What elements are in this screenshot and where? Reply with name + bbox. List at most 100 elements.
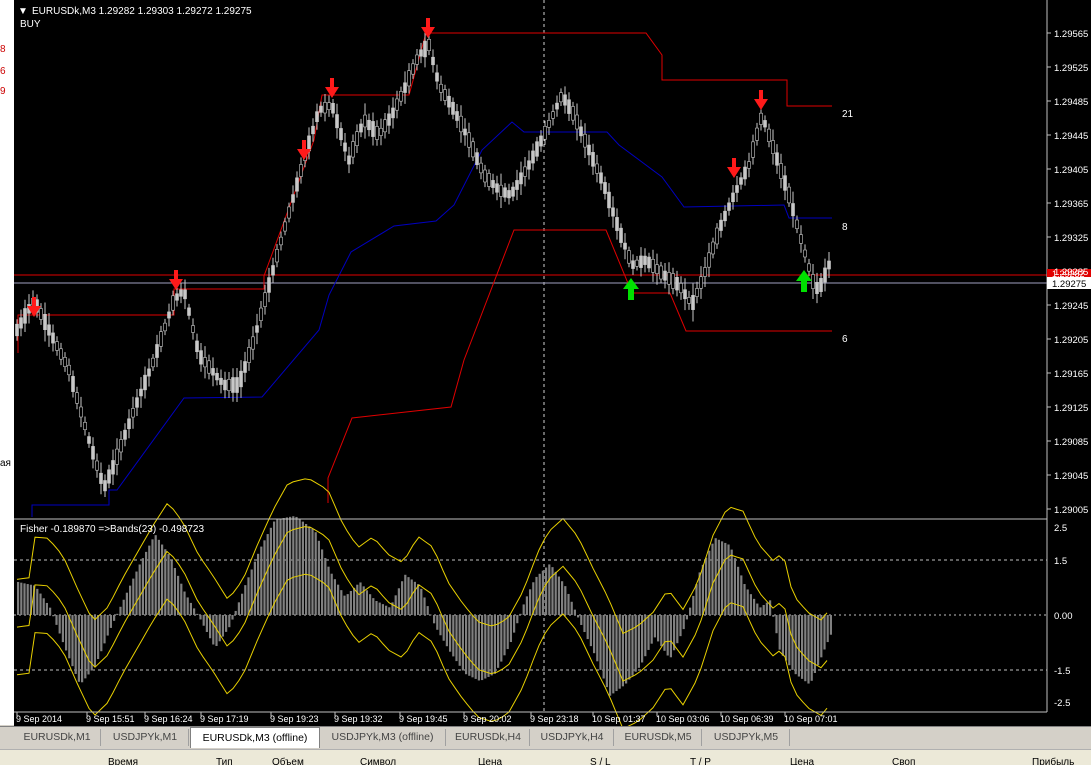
chart-tab[interactable]: USDJPYk,M3 (offline) bbox=[320, 729, 446, 746]
fisher-histogram-bar bbox=[583, 615, 586, 633]
fisher-histogram-bar bbox=[762, 605, 765, 615]
chart-canvas[interactable]: 1.29565 1.29525 1.29485 1.29445 1.29405 1.293… bbox=[14, 0, 1091, 726]
candle-body bbox=[759, 112, 763, 125]
chart-window[interactable]: 1.29565 1.29525 1.29485 1.29445 1.29405 1.293… bbox=[14, 0, 1091, 726]
candle-body bbox=[23, 308, 27, 324]
candle-body bbox=[671, 273, 675, 289]
chart-tab[interactable]: EURUSDk,H4 bbox=[447, 729, 530, 746]
fisher-histogram-bar bbox=[557, 576, 560, 615]
fisher-histogram-bar bbox=[401, 581, 404, 615]
fisher-histogram-bar bbox=[759, 607, 762, 615]
time-axis-label: 9 Sep 2014 bbox=[16, 714, 62, 724]
candle-body bbox=[767, 128, 771, 142]
chart-tabs-bar: EURUSDk,M1 USDJPYk,M1 EURUSDk,M3 (offline)… bbox=[0, 726, 1091, 749]
fisher-histogram-bar bbox=[535, 576, 538, 615]
candle-body bbox=[491, 180, 495, 188]
candle-body bbox=[731, 192, 735, 203]
candle-body bbox=[799, 234, 803, 244]
chart-tab[interactable]: USDJPYk,M1 bbox=[102, 729, 189, 746]
chart-tab[interactable]: USDJPYk,M5 bbox=[703, 729, 790, 746]
candle-body bbox=[779, 163, 783, 179]
fisher-histogram-bar bbox=[477, 615, 480, 681]
fisher-histogram-bar bbox=[577, 615, 580, 618]
fisher-axis-label: 2.5 bbox=[1054, 523, 1067, 534]
fisher-histogram-bar bbox=[97, 615, 100, 660]
fisher-histogram-bar bbox=[471, 615, 474, 678]
fisher-histogram-bar bbox=[695, 584, 698, 615]
candle-body bbox=[575, 114, 579, 130]
candle-body bbox=[163, 322, 167, 332]
chart-tab[interactable]: EURUSDk,M5 bbox=[615, 729, 702, 746]
candle-body bbox=[679, 283, 683, 294]
level-label-mid: 8 bbox=[842, 222, 848, 233]
candle-body bbox=[391, 107, 395, 119]
fisher-histogram-bar bbox=[397, 588, 400, 615]
sell-arrow-icon bbox=[754, 90, 768, 110]
candle-body bbox=[623, 242, 627, 250]
left-strip-label: ая bbox=[0, 458, 11, 469]
candle-body bbox=[127, 418, 131, 430]
chart-tab[interactable]: USDJPYk,H4 bbox=[531, 729, 614, 746]
candle-body bbox=[463, 128, 467, 136]
fisher-axis-label: -1.5 bbox=[1054, 666, 1070, 677]
candle-body bbox=[675, 276, 679, 291]
candle-body bbox=[551, 111, 555, 119]
candle-body bbox=[287, 206, 291, 219]
fisher-histogram-bar bbox=[292, 516, 295, 615]
fisher-histogram-bar bbox=[58, 615, 61, 634]
fisher-histogram-bar bbox=[157, 539, 160, 615]
signal-label: BUY bbox=[20, 19, 41, 30]
fisher-histogram-bar bbox=[589, 615, 592, 647]
candle-body bbox=[791, 203, 795, 217]
fisher-histogram-bar bbox=[39, 593, 42, 615]
candle-body bbox=[815, 282, 819, 294]
fisher-histogram-bar bbox=[548, 564, 551, 615]
fisher-histogram-bar bbox=[660, 615, 663, 647]
fisher-histogram-bar bbox=[372, 598, 375, 615]
fisher-histogram-bar bbox=[631, 615, 634, 676]
candle-body bbox=[267, 277, 271, 293]
candle-body bbox=[827, 260, 831, 270]
fisher-histogram-bar bbox=[580, 615, 583, 625]
time-axis-label: 9 Sep 15:51 bbox=[86, 714, 135, 724]
fisher-histogram-bar bbox=[468, 615, 471, 676]
candle-body bbox=[379, 127, 383, 136]
chart-tab[interactable]: EURUSDk,M3 (offline) bbox=[190, 727, 320, 748]
fisher-histogram-bar bbox=[375, 601, 378, 615]
candle-body bbox=[207, 360, 211, 374]
candle-body bbox=[155, 344, 159, 358]
fisher-histogram-bar bbox=[545, 567, 548, 615]
candle-body bbox=[419, 49, 423, 57]
fisher-histogram-bar bbox=[199, 615, 202, 620]
fisher-histogram-bar bbox=[823, 615, 826, 650]
candle-body bbox=[75, 392, 79, 404]
chart-tab[interactable]: EURUSDk,M1 bbox=[14, 729, 101, 746]
candle-body bbox=[723, 210, 727, 222]
price-axis-label: 1.29365 bbox=[1054, 199, 1088, 210]
candle-body bbox=[123, 429, 127, 440]
buy-arrow-icon bbox=[623, 278, 639, 300]
candle-body bbox=[523, 166, 527, 177]
fisher-histogram-bar bbox=[247, 577, 250, 615]
menu-glyph-icon[interactable]: ▼ bbox=[18, 6, 28, 17]
candle-body bbox=[187, 307, 191, 316]
fisher-histogram-bar bbox=[205, 615, 208, 632]
time-axis-label: 9 Sep 19:23 bbox=[270, 714, 319, 724]
fisher-histogram-bar bbox=[311, 528, 314, 615]
candle-body bbox=[823, 267, 827, 283]
candle-body bbox=[251, 336, 255, 350]
candle-body bbox=[99, 472, 103, 484]
fisher-histogram-bar bbox=[644, 615, 647, 657]
price-axis-label: 1.29325 bbox=[1054, 233, 1088, 244]
candle-body bbox=[279, 236, 283, 246]
fisher-histogram-bar bbox=[317, 540, 320, 615]
fisher-histogram-bar bbox=[244, 585, 247, 615]
fisher-histogram-bar bbox=[586, 615, 589, 640]
fisher-histogram-bar bbox=[106, 615, 109, 636]
time-axis-label: 10 Sep 07:01 bbox=[784, 714, 838, 724]
fisher-histogram-bar bbox=[308, 526, 311, 615]
candle-body bbox=[431, 56, 435, 66]
price-axis-label: 1.29485 bbox=[1054, 97, 1088, 108]
candle-body bbox=[699, 276, 703, 289]
time-axis-label: 10 Sep 03:06 bbox=[656, 714, 710, 724]
